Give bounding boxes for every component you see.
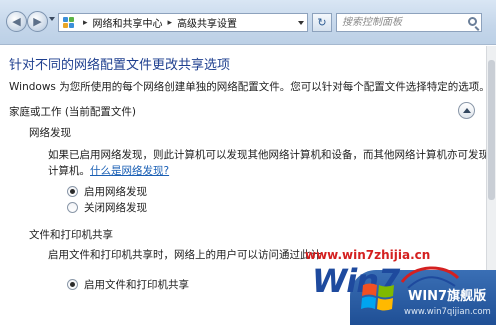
radio-enable-file-sharing[interactable]: 启用文件和打印机共享	[67, 277, 189, 292]
network-discovery-text-line1: 如果已启用网络发现，则此计算机可以发现其他网络计算机和设备，而其他网络计算机亦可…	[48, 149, 496, 161]
radio-label: 启用文件和打印机共享	[84, 279, 189, 291]
network-discovery-text-line2: 计算机。	[48, 165, 90, 177]
refresh-button[interactable]: ↻	[312, 13, 332, 32]
network-discovery-text: 如果已启用网络发现，则此计算机可以发现其他网络计算机和设备，而其他网络计算机亦可…	[48, 147, 496, 179]
forward-button[interactable]: ▶	[27, 11, 48, 32]
watermark-url: www.win7zhijia.cn	[305, 248, 431, 262]
search-icon[interactable]	[468, 17, 477, 26]
radio-disable-discovery[interactable]: 关闭网络发现	[67, 200, 147, 215]
network-discovery-help-link[interactable]: 什么是网络发现?	[90, 165, 169, 177]
profile-section-header[interactable]: 家庭或工作 (当前配置文件)	[9, 104, 136, 119]
network-discovery-heading: 网络发现	[29, 127, 71, 139]
address-bar[interactable]: ▸ 网络和共享中心 ▸ 高级共享设置	[58, 13, 308, 32]
collapse-chevron-icon[interactable]	[458, 102, 475, 119]
radio-enable-discovery[interactable]: 启用网络发现	[67, 184, 147, 199]
breadcrumb-advanced-sharing[interactable]: 高级共享设置	[177, 15, 237, 30]
breadcrumb-separator-icon[interactable]: ▸	[83, 18, 88, 28]
breadcrumb-separator-icon[interactable]: ▸	[168, 18, 173, 28]
refresh-icon: ↻	[317, 16, 327, 29]
scrollbar-thumb[interactable]	[488, 60, 495, 200]
radio-label: 关闭网络发现	[84, 202, 147, 214]
page-title: 针对不同的网络配置文件更改共享选项	[9, 58, 231, 73]
radio-unselected-icon[interactable]	[67, 202, 78, 213]
control-panel-icon	[63, 16, 75, 29]
forward-arrow-icon: ▶	[33, 15, 42, 28]
search-placeholder: 搜索控制面板	[342, 17, 402, 28]
file-printer-sharing-text: 启用文件和打印机共享时，网络上的用户可以访问通过此计	[48, 249, 321, 261]
address-dropdown-icon[interactable]	[298, 21, 304, 25]
back-arrow-icon: ◀	[12, 15, 21, 28]
file-printer-sharing-heading: 文件和打印机共享	[29, 229, 113, 241]
address-toolbar: ◀ ▶ ▸ 网络和共享中心 ▸ 高级共享设置 ↻ 搜索控制面板	[0, 0, 496, 45]
page-description: Windows 为您所使用的每个网络创建单独的网络配置文件。您可以针对每个配置文…	[9, 81, 490, 93]
windows-logo-icon	[361, 283, 394, 311]
search-input[interactable]: 搜索控制面板	[336, 13, 482, 32]
back-button[interactable]: ◀	[6, 11, 27, 32]
watermark-brand: WIN7旗舰版	[408, 289, 487, 304]
radio-label: 启用网络发现	[84, 186, 147, 198]
recent-pages-dropdown-icon[interactable]	[49, 17, 55, 21]
watermark-site: www.win7qijian.com	[404, 307, 491, 317]
radio-selected-icon[interactable]	[67, 279, 78, 290]
radio-selected-icon[interactable]	[67, 186, 78, 197]
breadcrumb-network-center[interactable]: 网络和共享中心	[93, 15, 163, 30]
